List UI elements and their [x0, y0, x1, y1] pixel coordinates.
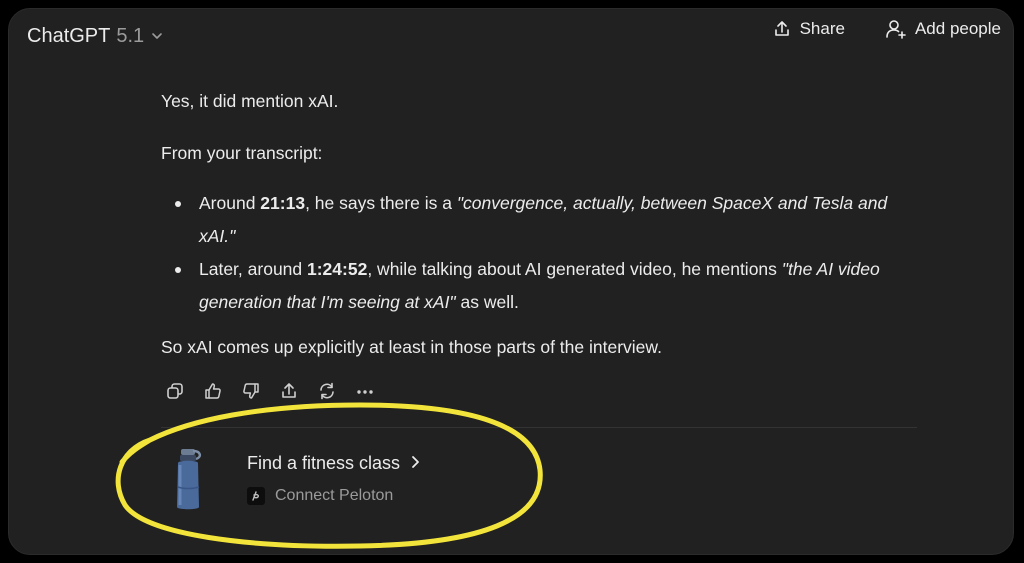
copy-icon	[167, 383, 183, 399]
divider	[161, 427, 917, 428]
message-paragraph: So xAI comes up explicitly at least in t…	[161, 337, 662, 357]
add-people-button[interactable]: Add people	[885, 19, 1001, 39]
model-version: 5.1	[116, 24, 145, 47]
share-icon	[772, 19, 792, 39]
connect-peloton-link[interactable]: Connect Peloton	[247, 487, 393, 505]
model-name: ChatGPT	[27, 24, 111, 47]
header: ChatGPT 5.1 Share Add people	[9, 9, 1013, 61]
chevron-down-icon	[150, 29, 164, 43]
message-paragraph: From your transcript:	[161, 143, 323, 163]
share-icon	[282, 383, 296, 398]
chat-window: ChatGPT 5.1 Share Add people Yes, it did…	[8, 8, 1014, 555]
add-people-label: Add people	[914, 19, 1001, 38]
regenerate-icon	[320, 382, 334, 400]
thumbs-down-icon	[243, 383, 259, 399]
model-selector[interactable]: ChatGPT 5.1	[21, 18, 170, 54]
message-actions	[161, 377, 379, 405]
message-paragraph: Yes, it did mention xAI.	[161, 91, 339, 111]
peloton-icon	[247, 487, 265, 505]
more-icon	[357, 390, 373, 394]
share-label: Share	[799, 19, 845, 38]
thumbs-up-button[interactable]	[199, 377, 227, 405]
bullet-list: Around 21:13, he says there is a "conver…	[161, 187, 921, 319]
thumbs-up-icon	[205, 383, 221, 399]
suggestion-card[interactable]: Find a fitness class Connect Peloton	[169, 447, 469, 517]
share-message-button[interactable]	[275, 377, 303, 405]
water-bottle-icon	[177, 449, 202, 510]
list-item: Later, around 1:24:52, while talking abo…	[161, 253, 921, 319]
regenerate-button[interactable]	[313, 377, 341, 405]
share-button[interactable]: Share	[772, 19, 845, 39]
more-options-button[interactable]	[351, 377, 379, 405]
chevron-right-icon	[410, 453, 422, 474]
list-item: Around 21:13, he says there is a "conver…	[161, 187, 921, 253]
suggestion-title[interactable]: Find a fitness class	[247, 453, 422, 474]
copy-button[interactable]	[161, 377, 189, 405]
thumbs-down-button[interactable]	[237, 377, 265, 405]
add-person-icon	[885, 19, 907, 39]
header-actions: Share Add people	[772, 19, 1001, 39]
